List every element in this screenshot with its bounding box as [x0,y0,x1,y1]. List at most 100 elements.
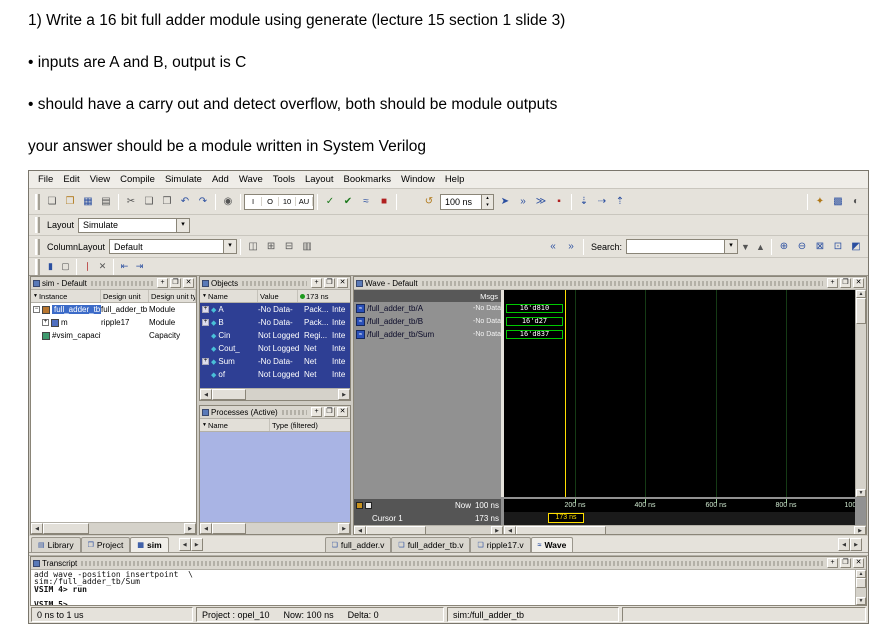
expand-all-icon[interactable]: ⊞ [262,238,280,255]
scrollbar-thumb[interactable] [43,523,89,534]
simulate-icon[interactable]: ≈ [357,193,375,210]
tree-row-full-adder-tb[interactable]: − full_adder_tb full_adder_tb Module [31,303,196,316]
wave-panel-titlebar[interactable]: Wave - Default + ❐ ✕ [354,277,866,290]
close-icon[interactable]: ✕ [183,278,194,288]
zoom-in-icon[interactable]: ⊕ [775,238,793,255]
scrollbar-track[interactable] [212,523,338,534]
scroll-left-icon[interactable]: ◀ [838,538,850,551]
compile-icon[interactable]: ✓ [321,193,339,210]
scrollbar-thumb[interactable] [212,389,246,400]
panel-drag-handle[interactable] [422,281,823,286]
scroll-right-icon[interactable]: ▶ [338,523,350,534]
close-icon[interactable]: ✕ [853,558,864,568]
expander-icon[interactable]: + [202,319,209,326]
tab-ripple17-v[interactable]: ❏ ripple17.v [470,537,530,552]
insert-cursor-icon[interactable]: ∣ [80,260,95,274]
zoom-mode-icon[interactable]: ▢ [58,260,73,274]
scroll-left-icon[interactable]: ◀ [200,389,212,400]
add-cursor-icon[interactable] [356,502,363,509]
scroll-down-icon[interactable]: ▼ [856,597,866,605]
scrollbar-track[interactable] [43,523,184,534]
scroll-up-icon[interactable]: ▲ [856,570,866,578]
ports-in-icon[interactable]: I [245,197,262,206]
menu-help[interactable]: Help [440,172,470,187]
print-icon[interactable]: ▤ [97,193,115,210]
menu-wave[interactable]: Wave [234,172,268,187]
tab-wave[interactable]: ≈ Wave [531,537,574,552]
cursor-label[interactable]: Cursor 1 [354,514,467,523]
run-length-up-icon[interactable]: ▴ [482,195,493,202]
processes-list[interactable] [200,432,350,522]
scroll-right-icon[interactable]: ▶ [491,526,503,534]
object-row-b[interactable]: +◆B -No Data- Pack... Inte [200,316,350,329]
undock-icon[interactable]: ❐ [840,278,851,288]
save-icon[interactable]: ▦ [79,193,97,210]
next-edge-icon[interactable]: ⇥ [132,260,147,274]
radix-decimal-icon[interactable]: 10 [279,197,296,206]
radix-auto-icon[interactable]: AU [296,197,313,206]
menu-view[interactable]: View [85,172,115,187]
transcript-titlebar[interactable]: Transcript + ❐ ✕ [31,557,866,570]
column-header-instance[interactable]: ▼ Instance [31,290,101,302]
compile-all-icon[interactable]: ✔ [339,193,357,210]
object-row-sum[interactable]: +◆Sum -No Data- Net Inte [200,355,350,368]
scroll-left-icon[interactable]: ◀ [31,523,43,534]
scroll-left-icon[interactable]: ◀ [354,526,366,534]
close-icon[interactable]: ✕ [337,278,348,288]
collapse-expander-icon[interactable]: − [33,306,40,313]
column-header-design-unit[interactable]: Design unit [101,290,149,302]
menu-layout[interactable]: Layout [300,172,339,187]
scrollbar-track[interactable] [516,526,854,534]
zoom-full-icon[interactable]: ⊠ [811,238,829,255]
goto-next-icon[interactable]: » [562,238,580,255]
menu-add[interactable]: Add [207,172,234,187]
undock-icon[interactable]: ❐ [324,407,335,417]
menu-simulate[interactable]: Simulate [160,172,207,187]
step-out-icon[interactable]: ⇡ [611,193,629,210]
step-over-icon[interactable]: ⇢ [593,193,611,210]
undock-icon[interactable]: ❐ [840,558,851,568]
dock-icon[interactable]: + [827,558,838,568]
select-mode-icon[interactable]: ▮ [43,260,58,274]
dock-icon[interactable]: + [157,278,168,288]
toolbar-grip[interactable] [35,194,40,210]
close-icon[interactable]: ✕ [853,278,864,288]
dock-icon[interactable]: + [827,278,838,288]
menu-tools[interactable]: Tools [268,172,300,187]
collapse-all-icon[interactable]: ⊟ [280,238,298,255]
scrollbar-track[interactable] [366,526,491,534]
column-header-type[interactable]: Type (filtered) [270,419,350,431]
scroll-up-icon[interactable]: ▲ [856,290,866,298]
object-row-cin[interactable]: ◆Cin Not Logged Regi... Inte [200,329,350,342]
stop-icon[interactable]: ▪ [550,193,568,210]
objects-panel-titlebar[interactable]: Objects + ❐ ✕ [200,277,350,290]
undock-icon[interactable]: ❐ [170,278,181,288]
expander-icon[interactable]: + [202,358,209,365]
expand-expander-icon[interactable]: + [42,319,49,326]
find-next-icon[interactable]: ▼ [738,240,753,254]
watch-icon[interactable]: ◐ [847,193,865,210]
undock-icon[interactable]: ❐ [324,278,335,288]
object-row-cout[interactable]: ◆Cout_ Not Logged Net Inte [200,342,350,355]
tree-row-vsim-capacity[interactable]: #vsim_capacity# Capacity [31,329,196,342]
zoom-mode-icon[interactable]: ◩ [847,238,865,255]
step-into-icon[interactable]: ⇣ [575,193,593,210]
zoom-out-icon[interactable]: ⊖ [793,238,811,255]
column-header-design-unit-type[interactable]: Design unit type [149,290,196,302]
goto-previous-icon[interactable]: « [544,238,562,255]
column-header-name[interactable]: ▼ Name [200,419,270,431]
toolbar-grip[interactable] [35,217,40,233]
wave-signal-a[interactable]: ≈ /full_adder_tb/A [354,302,471,315]
chevron-down-icon[interactable]: ▾ [176,219,189,232]
tab-library[interactable]: ▤ Library [31,537,81,552]
scroll-right-icon[interactable]: ▶ [184,523,196,534]
scrollbar-track[interactable] [856,298,866,489]
sim-panel-titlebar[interactable]: sim - Default + ❐ ✕ [31,277,196,290]
dataflow-icon[interactable]: ✦ [811,193,829,210]
dock-icon[interactable]: + [311,278,322,288]
scrollbar-thumb[interactable] [856,578,866,588]
copy-icon[interactable]: ❑ [140,193,158,210]
menu-compile[interactable]: Compile [115,172,160,187]
scrollbar-track[interactable] [212,389,338,400]
scroll-right-icon[interactable]: ▶ [854,526,866,534]
